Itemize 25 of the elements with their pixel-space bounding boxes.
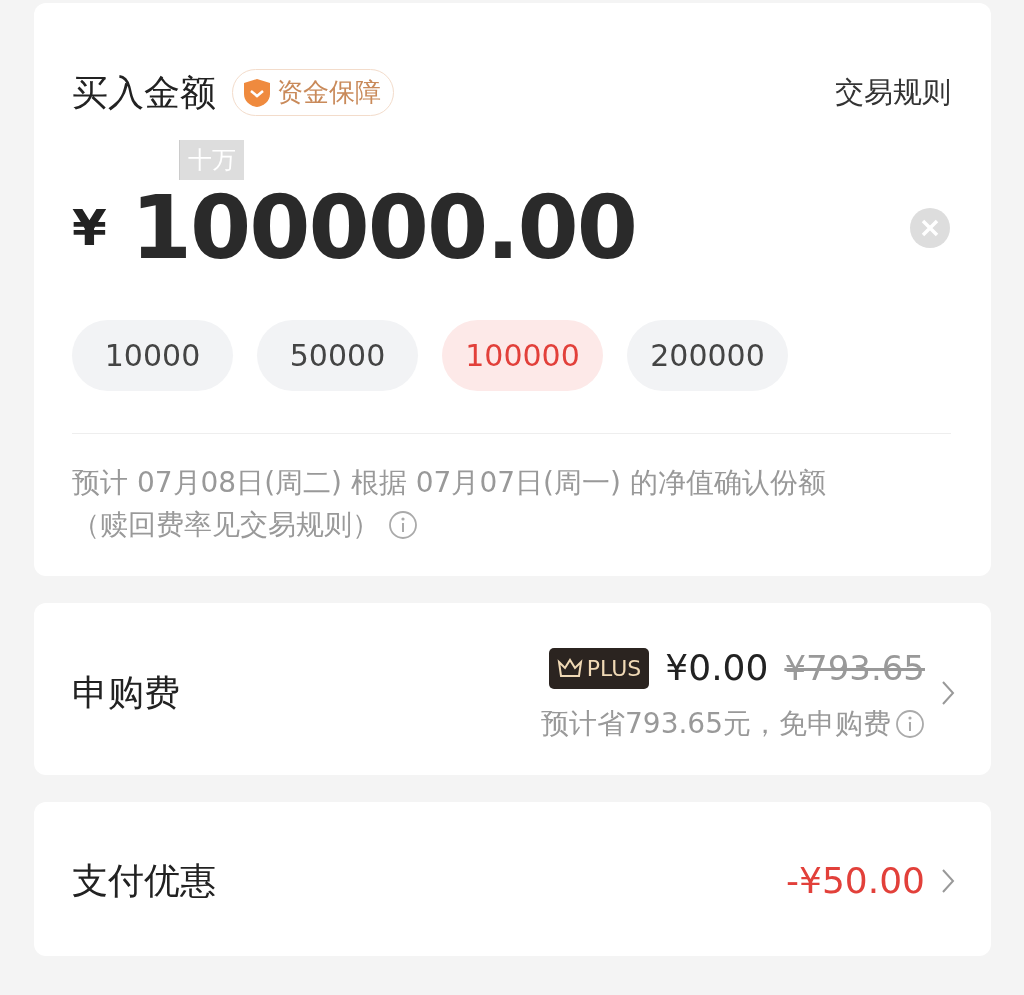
amount-chip[interactable]: 10000 <box>72 320 233 391</box>
original-price: ¥793.65 <box>784 646 925 690</box>
info-icon <box>388 510 418 540</box>
fee-price: ¥0.00 <box>665 646 769 690</box>
chevron-right-icon <box>941 868 955 894</box>
row-label: 支付优惠 <box>72 859 216 903</box>
crown-icon <box>556 658 583 678</box>
shield-icon <box>243 77 271 108</box>
amount-chip[interactable]: 50000 <box>257 320 418 391</box>
currency-symbol: ¥ <box>72 197 107 259</box>
amount-chip[interactable]: 200000 <box>627 320 788 391</box>
badge-text: 资金保障 <box>277 76 381 109</box>
fee-rate-note: （赎回费率见交易规则） <box>72 507 380 543</box>
row-label: 申购费 <box>72 671 180 715</box>
section-title: 买入金额 <box>72 70 216 115</box>
rules-link[interactable]: 交易规则 <box>835 70 951 115</box>
chevron-right-icon <box>941 680 955 706</box>
amount-chip[interactable]: 100000 <box>442 320 603 391</box>
discount-amount: -¥50.00 <box>786 859 925 903</box>
plus-text: PLUS <box>586 654 642 683</box>
amount-input[interactable]: 100000.00 <box>130 184 637 272</box>
confirm-note: 预计 07月08日(周二) 根据 07月07日(周一) 的净值确认份额 <box>72 465 827 501</box>
savings-note: 预计省793.65元，免申购费 <box>541 706 891 742</box>
info-icon <box>895 709 925 739</box>
clear-icon[interactable] <box>909 207 951 249</box>
